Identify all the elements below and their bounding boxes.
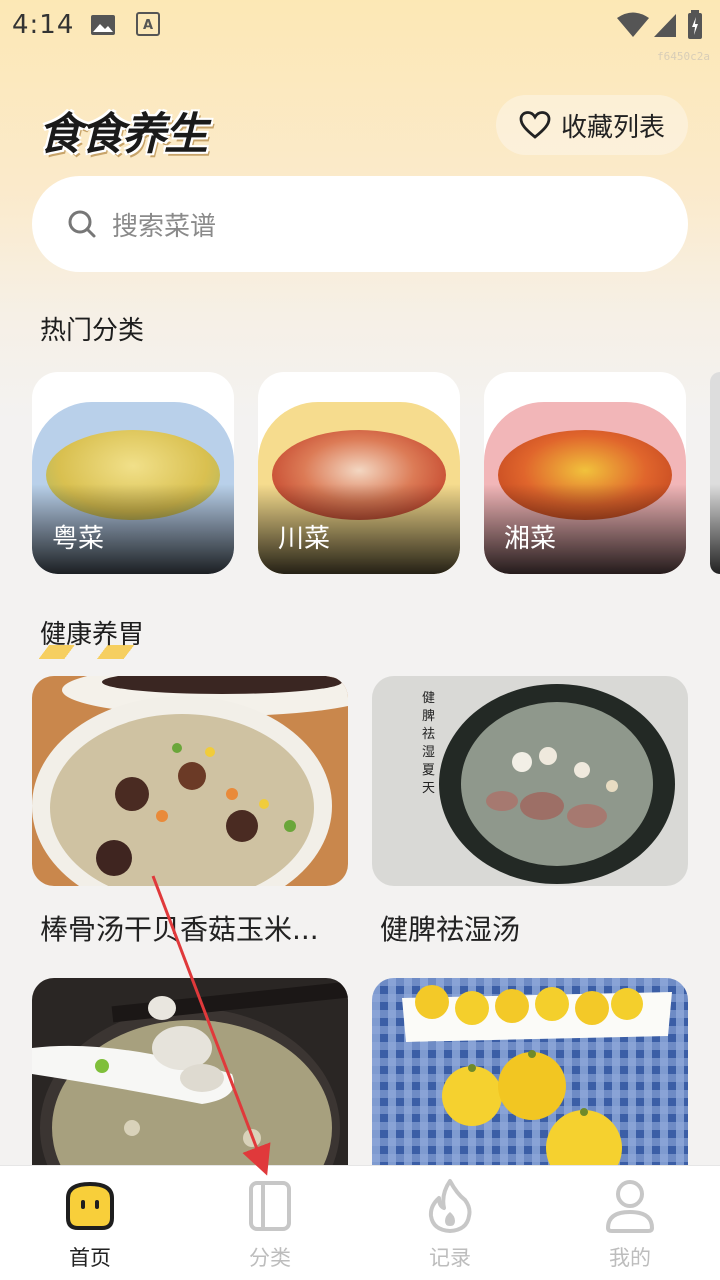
book-icon [242,1178,298,1234]
card-shade [710,484,720,574]
search-icon [68,210,96,238]
bottom-navigation: 首页 分类 记录 我的 [0,1165,720,1280]
font-a-icon: A [136,12,160,36]
nav-item-home[interactable]: 首页 [0,1166,180,1280]
search-bar[interactable]: 搜索菜谱 [32,176,688,272]
signal-icon [654,14,676,37]
app-logo: 食食养生 [38,109,208,160]
recipe-card[interactable]: 棒骨汤干贝香菇玉米... [32,676,348,948]
recipe-photo: 健脾祛湿夏天 [372,676,688,886]
section-title-healthy-stomach: 健康养胃 [35,614,145,659]
category-label: 粤菜 [52,524,105,554]
search-placeholder: 搜索菜谱 [112,211,217,242]
section-title-text: 健康养胃 [40,620,145,650]
flame-icon [422,1178,478,1234]
recipe-photo [372,978,688,1188]
status-bar: 4:14 A f6450c2a [0,0,720,63]
nav-label: 分类 [249,1246,291,1270]
favorites-button[interactable]: 收藏列表 [496,95,688,155]
recipe-photo [32,978,348,1188]
heart-icon [519,111,551,139]
photo-calligraphy: 健脾祛湿夏天 [422,691,436,796]
category-label: 湘菜 [504,524,557,554]
section-title-hot-categories: 热门分类 [35,310,145,355]
watermark: f6450c2a [657,50,710,63]
category-card-partial[interactable] [710,372,720,574]
battery-charging-icon [688,10,702,39]
svg-text:A: A [143,18,153,33]
image-icon [91,15,115,35]
category-card-hunan[interactable]: 湘菜 [484,372,686,574]
recipe-photo [32,676,348,886]
category-card-sichuan[interactable]: 川菜 [258,372,460,574]
category-list: 粤菜 川菜 湘菜 [32,372,720,574]
category-label: 川菜 [278,524,331,554]
recipe-title: 棒骨汤干贝香菇玉米... [40,913,319,946]
nav-item-category[interactable]: 分类 [180,1166,360,1280]
recipe-card[interactable]: 健脾祛湿夏天 健脾祛湿汤 [372,676,688,948]
status-time: 4:14 [12,10,75,40]
wifi-icon [617,12,649,37]
nav-item-mine[interactable]: 我的 [540,1166,720,1280]
category-card-cantonese[interactable]: 粤菜 [32,372,234,574]
nav-label: 记录 [429,1246,471,1270]
favorites-label: 收藏列表 [560,112,665,143]
nav-label: 我的 [609,1246,651,1270]
user-icon [602,1178,658,1234]
section-title-text: 热门分类 [40,316,145,346]
recipe-title: 健脾祛湿汤 [380,913,521,946]
nav-label: 首页 [69,1246,111,1270]
home-face-icon [62,1178,118,1234]
nav-item-records[interactable]: 记录 [360,1166,540,1280]
